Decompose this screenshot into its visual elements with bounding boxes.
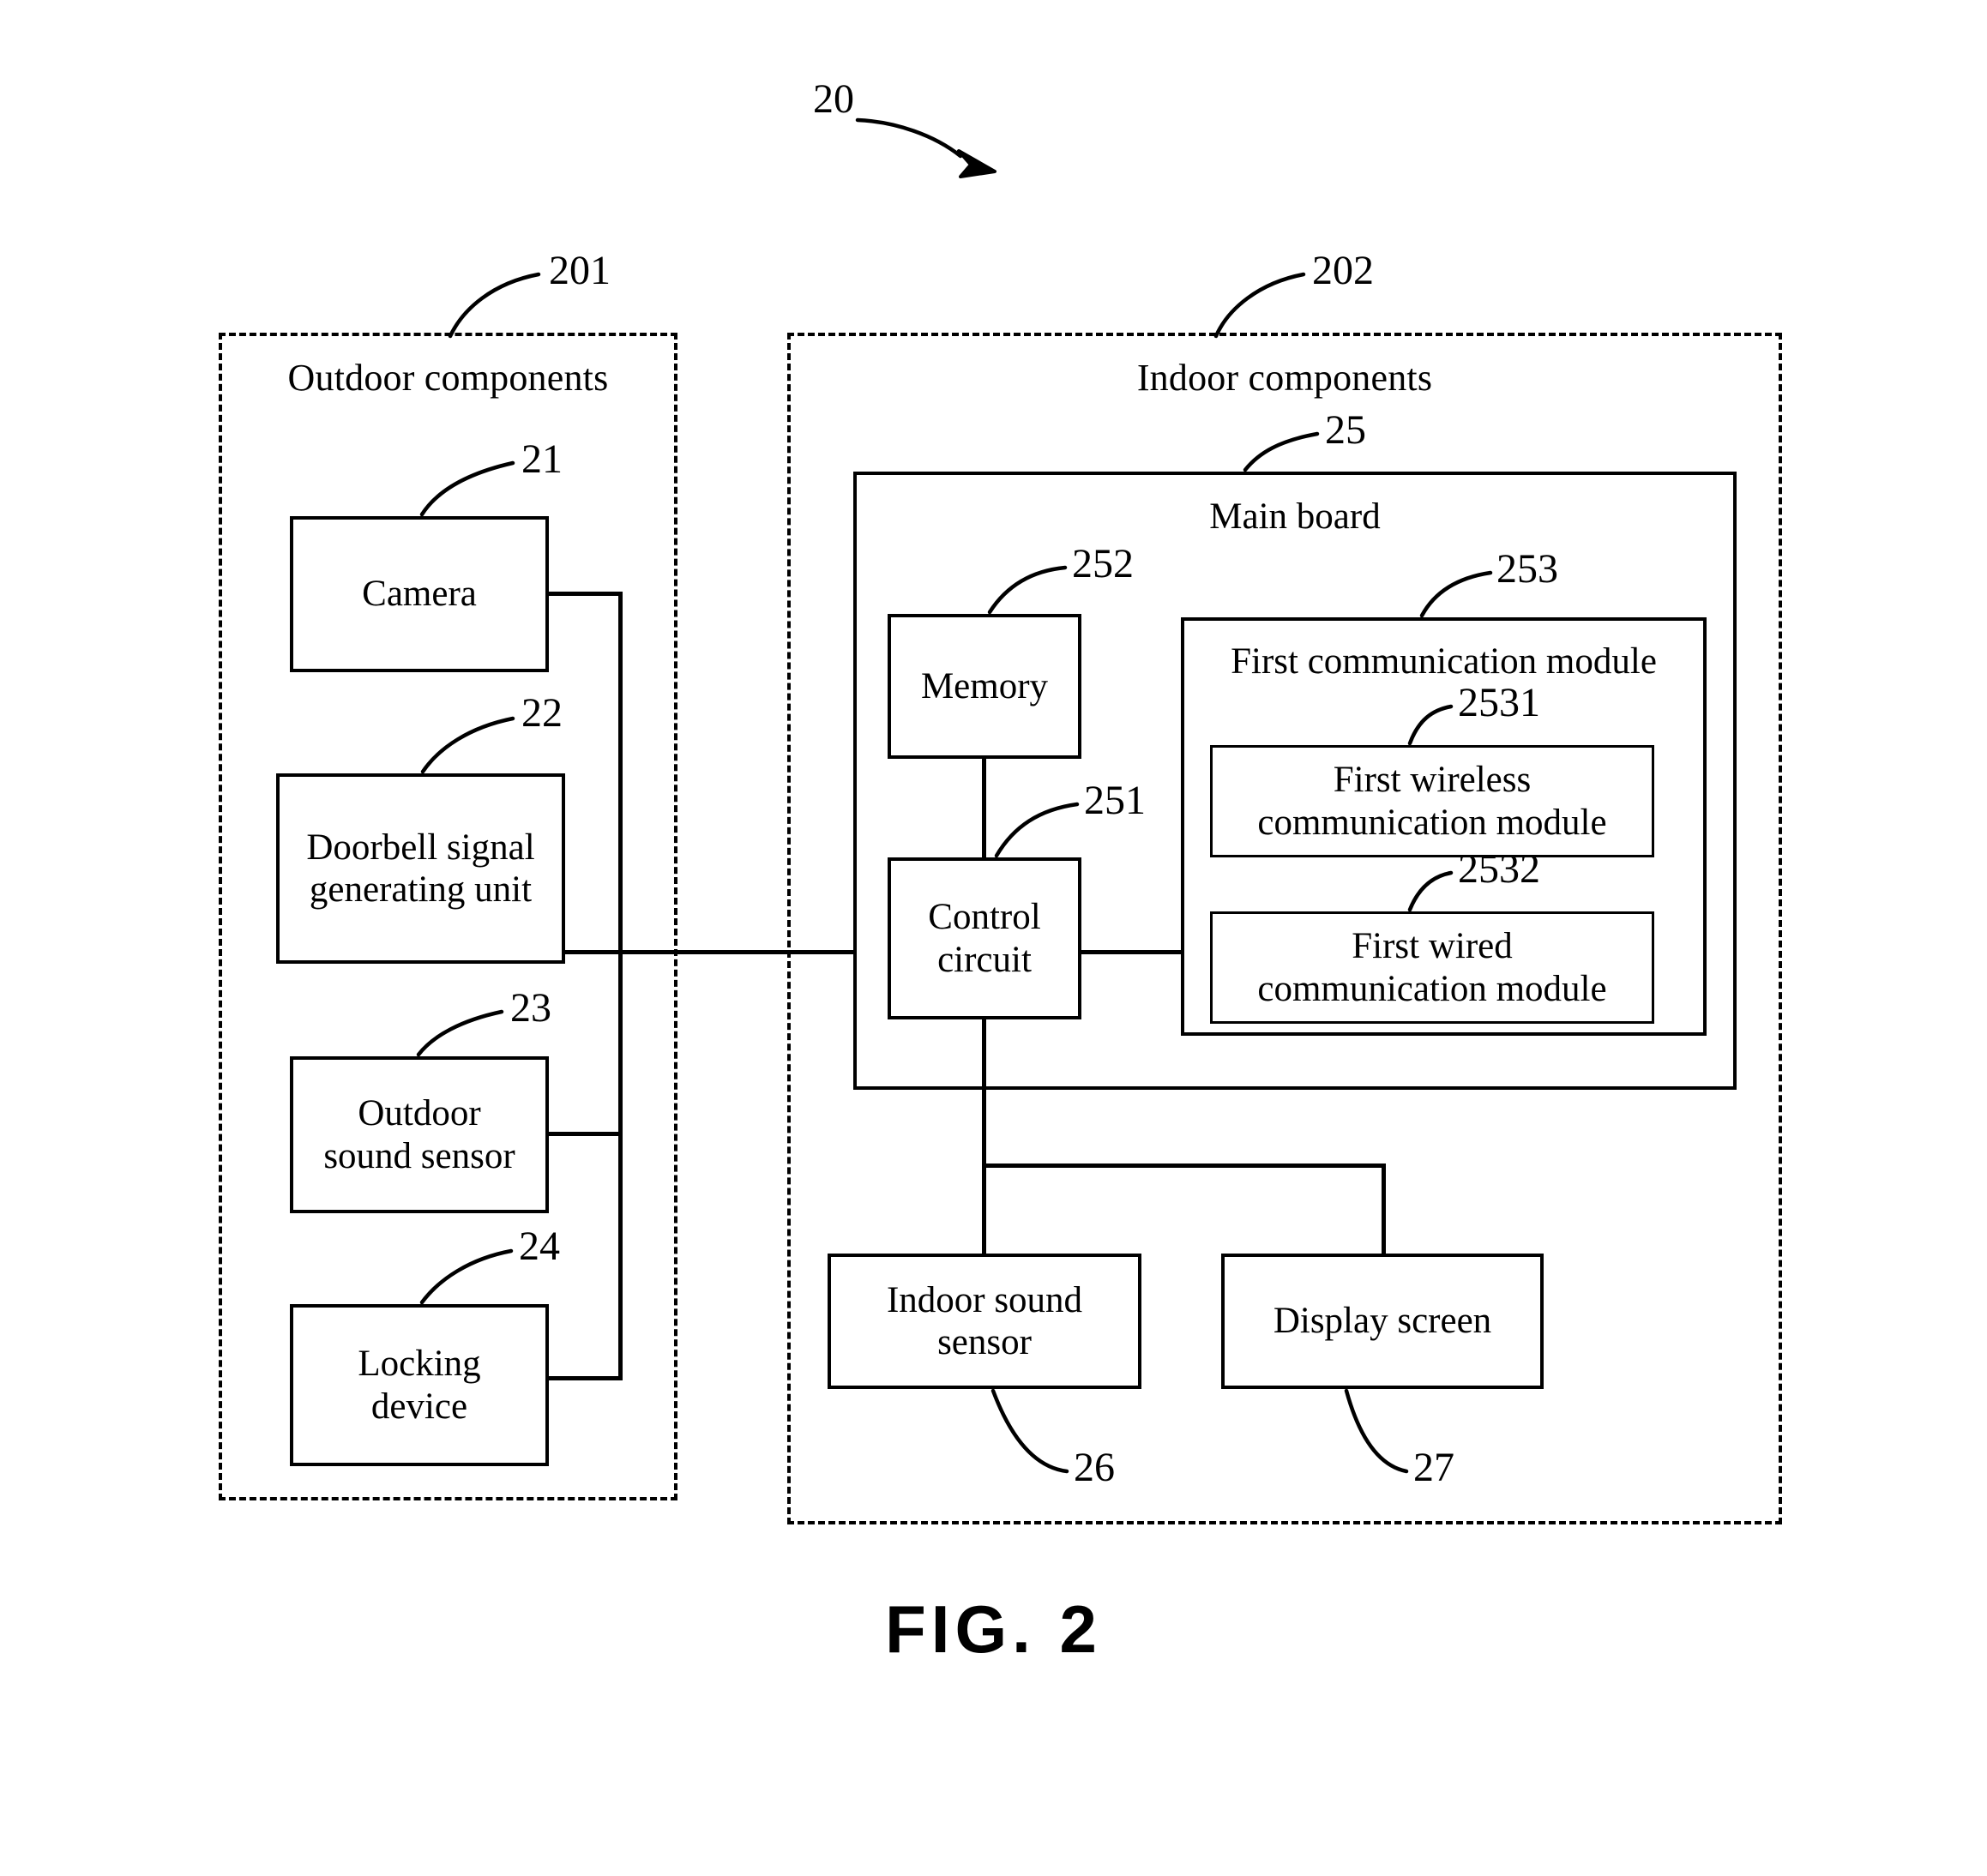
block-locking-device: Locking device	[290, 1304, 549, 1466]
block-locking-device-label: Locking device	[358, 1344, 481, 1427]
ref-numeral-2532: 2532	[1458, 846, 1540, 892]
block-memory-label: Memory	[920, 665, 1049, 707]
ref-numeral-20: 20	[813, 76, 854, 122]
ref-numeral-253: 253	[1496, 546, 1558, 592]
block-first-wireless-communication-module: First wireless communication module	[1210, 745, 1654, 857]
block-outdoor-sound-sensor: Outdoor sound sensor	[290, 1056, 549, 1213]
ref-numeral-201: 201	[549, 248, 611, 293]
leader-20	[855, 117, 963, 159]
ref-numeral-25: 25	[1325, 407, 1366, 453]
wire-camera-to-bus	[547, 592, 623, 596]
ref-numeral-27: 27	[1413, 1445, 1454, 1490]
leader-202	[1213, 272, 1306, 339]
block-main-board-label: Main board	[1209, 496, 1381, 537]
ref-numeral-24: 24	[519, 1224, 560, 1269]
block-outdoor-sound-sensor-label: Outdoor sound sensor	[323, 1093, 515, 1176]
ref-numeral-22: 22	[521, 690, 563, 736]
block-first-wired-communication-module: First wired communication module	[1210, 911, 1654, 1024]
block-camera-label: Camera	[362, 574, 477, 615]
wire-control-circuit-to-communication-module	[1080, 950, 1183, 954]
block-first-wired-communication-module-label: First wired communication module	[1257, 926, 1607, 1009]
wire-outdoor-vertical-bus	[618, 592, 623, 1379]
ref-numeral-21: 21	[521, 436, 563, 482]
ref-numeral-2531: 2531	[1458, 680, 1540, 725]
ref-numeral-26: 26	[1074, 1445, 1115, 1490]
ref-numeral-23: 23	[510, 985, 551, 1031]
outdoor-components-title: Outdoor components	[287, 357, 609, 399]
block-indoor-sound-sensor: Indoor sound sensor	[828, 1254, 1141, 1389]
block-indoor-sound-sensor-label: Indoor sound sensor	[886, 1279, 1083, 1362]
block-first-wireless-communication-module-label: First wireless communication module	[1257, 760, 1607, 843]
block-display-screen: Display screen	[1221, 1254, 1544, 1389]
wire-outdoor-sound-sensor-to-bus	[547, 1132, 623, 1136]
block-memory: Memory	[888, 614, 1081, 759]
block-control-circuit-label: Control circuit	[928, 897, 1041, 980]
block-control-circuit: Control circuit	[888, 857, 1081, 1019]
figure-canvas: 20 Outdoor components 201 Camera 21 Door…	[0, 0, 1987, 1876]
figure-caption: FIG. 2	[885, 1591, 1102, 1667]
ref-numeral-251: 251	[1084, 778, 1146, 823]
wire-memory-to-control-circuit	[982, 757, 986, 860]
wire-display-screen-drop	[1382, 1163, 1386, 1256]
wire-outdoor-to-control-circuit	[618, 950, 889, 954]
wire-control-circuit-down-bus	[982, 1018, 986, 1256]
wire-locking-device-to-bus	[547, 1376, 623, 1380]
leader-20-arrowhead	[957, 149, 997, 178]
leader-201	[448, 272, 541, 339]
block-display-screen-label: Display screen	[1273, 1301, 1492, 1342]
ref-numeral-252: 252	[1072, 541, 1134, 586]
block-first-communication-module-label: First communication module	[1231, 641, 1657, 682]
indoor-components-title: Indoor components	[1136, 357, 1433, 399]
wire-branch-to-display-screen	[982, 1163, 1385, 1168]
ref-numeral-202: 202	[1312, 248, 1374, 293]
block-doorbell-signal-generating-unit-label: Doorbell signal generating unit	[306, 827, 535, 910]
block-camera: Camera	[290, 516, 549, 672]
wire-doorbell-to-bus	[563, 950, 623, 954]
block-doorbell-signal-generating-unit: Doorbell signal generating unit	[276, 773, 565, 964]
